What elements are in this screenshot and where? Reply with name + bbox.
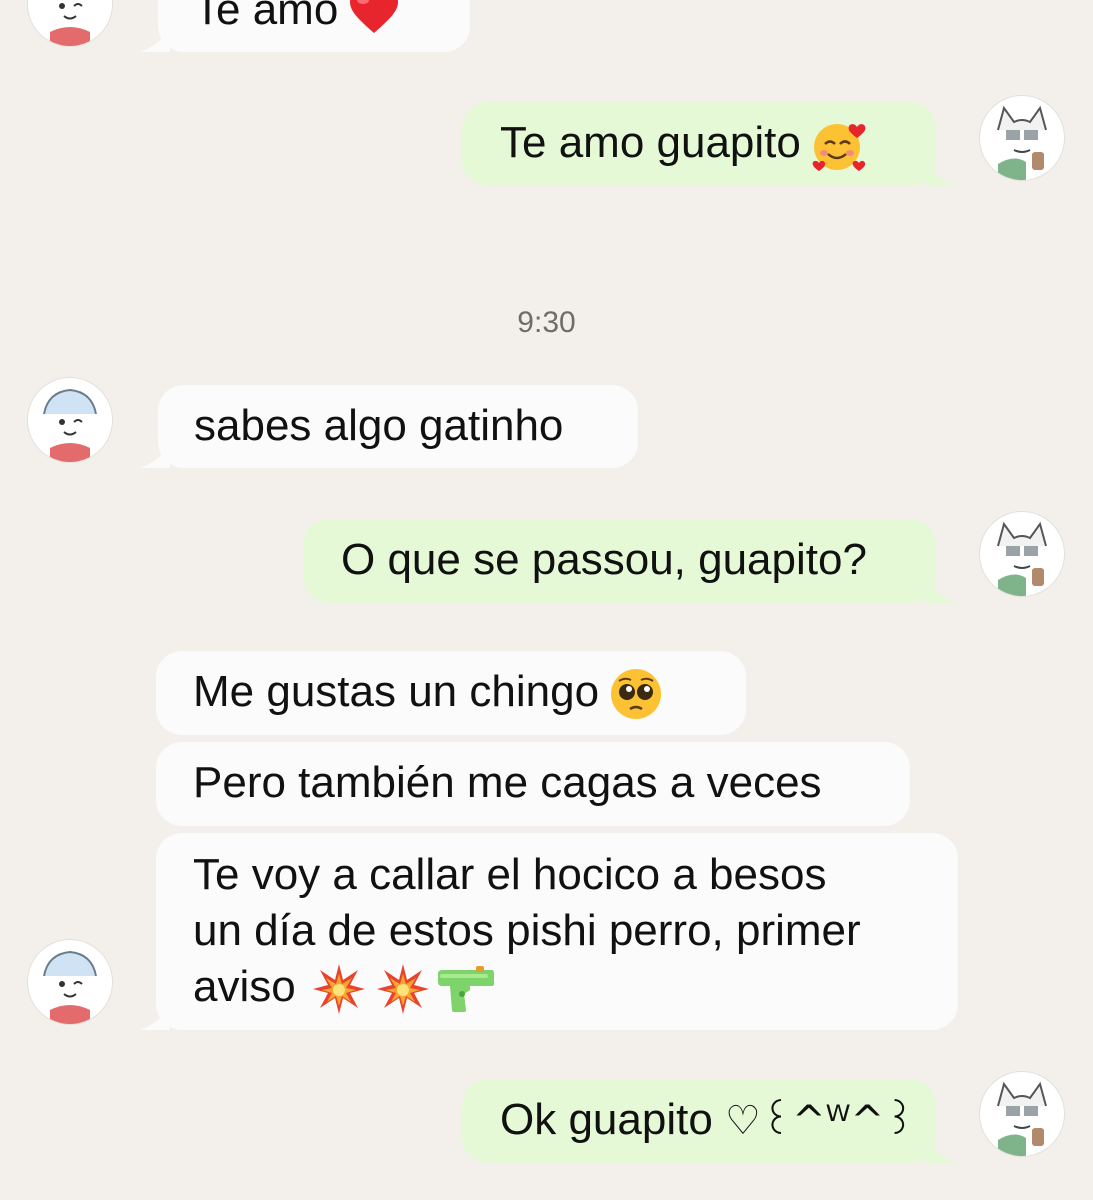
- message-bubble[interactable]: O que se passou, guapito?: [303, 519, 936, 603]
- message-line: un día de estos pishi perro, primer: [193, 906, 861, 955]
- message-bubble[interactable]: sabes algo gatinho: [158, 385, 638, 468]
- message-text: O que se passou, guapito?: [341, 535, 867, 584]
- contact-avatar[interactable]: [28, 940, 112, 1024]
- cat-avatar-icon: [980, 512, 1064, 596]
- cat-avatar-icon: [28, 940, 112, 1024]
- contact-avatar[interactable]: [28, 0, 112, 46]
- my-avatar[interactable]: [980, 512, 1064, 596]
- bubble-tail: [926, 162, 956, 186]
- message-bubble[interactable]: Te amo: [158, 0, 470, 52]
- message-bubble[interactable]: Te voy a callar el hocico a besos un día…: [156, 833, 958, 1030]
- smiling-face-with-hearts-icon: [811, 117, 867, 173]
- contact-avatar[interactable]: [28, 378, 112, 462]
- kaomoji: ♡꒰^ᵂ^꒱: [725, 1098, 916, 1144]
- pleading-face-icon: [609, 667, 663, 721]
- bubble-tail: [926, 579, 956, 603]
- water-pistol-icon: [436, 964, 496, 1014]
- message-text: Ok guapito: [500, 1095, 713, 1144]
- message-text: Pero también me cagas a veces: [193, 758, 822, 807]
- message-text: Te amo: [194, 0, 339, 34]
- cat-avatar-icon: [980, 1072, 1064, 1156]
- message-bubble[interactable]: Te amo guapito: [462, 102, 936, 186]
- message-text: sabes algo gatinho: [194, 401, 564, 450]
- message-bubble[interactable]: Ok guapito ♡꒰^ᵂ^꒱: [462, 1079, 936, 1163]
- collision-icon: [312, 962, 366, 1016]
- message-text: Te amo guapito: [500, 118, 801, 167]
- message-bubble[interactable]: Pero también me cagas a veces: [156, 742, 910, 826]
- red-heart-icon: [348, 0, 400, 35]
- collision-icon: [376, 962, 430, 1016]
- bubble-tail: [926, 1139, 956, 1163]
- timestamp: 9:30: [517, 306, 576, 339]
- cat-avatar-icon: [28, 0, 112, 46]
- cat-avatar-icon: [980, 96, 1064, 180]
- message-text: Me gustas un chingo: [193, 667, 600, 716]
- cat-avatar-icon: [28, 378, 112, 462]
- message-line: Te voy a callar el hocico a besos: [193, 850, 827, 899]
- my-avatar[interactable]: [980, 1072, 1064, 1156]
- message-bubble[interactable]: Me gustas un chingo: [156, 651, 746, 735]
- bubble-tail: [140, 1006, 170, 1030]
- my-avatar[interactable]: [980, 96, 1064, 180]
- message-line: aviso: [193, 962, 296, 1011]
